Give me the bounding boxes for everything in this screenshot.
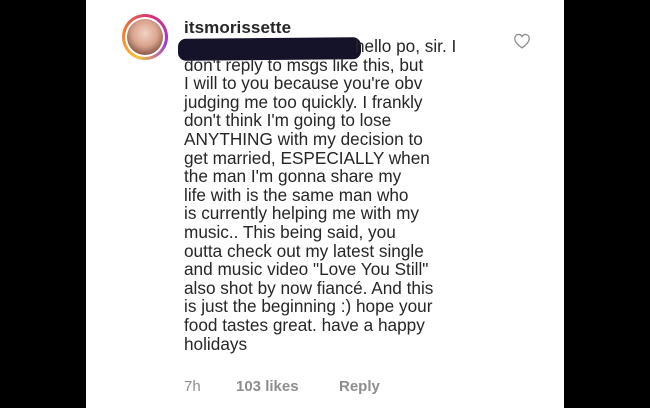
timestamp[interactable]: 7h (184, 378, 201, 395)
comment-line: and music video "Love You Still" (184, 259, 429, 280)
profile-picture (127, 19, 163, 55)
reply-button[interactable]: Reply (339, 378, 380, 395)
comment-card: itsmorissette hello po, sir. I don't rep… (86, 0, 564, 408)
screenshot-frame: itsmorissette hello po, sir. I don't rep… (0, 0, 650, 408)
comment-line: holidays (184, 333, 248, 354)
comment-line: also shot by now fiancé. And this (184, 277, 434, 298)
username[interactable]: itsmorissette (184, 18, 291, 38)
comment-line: life with is the same man who (184, 184, 409, 205)
comment-line: is just the beginning :) hope your (184, 296, 433, 317)
avatar-ring (125, 17, 165, 57)
comment-line: get married, ESPECIALLY when (184, 147, 430, 168)
comment-body: hello po, sir. I don't reply to msgs lik… (184, 37, 524, 353)
comment-line: outta check out my latest single (184, 240, 424, 261)
heart-outline-icon[interactable] (513, 33, 531, 49)
comment-line: ANYTHING with my decision to (184, 128, 423, 149)
comment-line: don't reply to msgs like this, but (184, 54, 424, 75)
comment-line: hello po, sir. I (355, 36, 457, 56)
comment-line: don't think I'm going to lose (184, 110, 392, 131)
comment-line: is currently helping me with my (184, 203, 419, 224)
comment-line: food tastes great. have a happy (184, 314, 425, 335)
likes-count[interactable]: 103 likes (236, 378, 299, 395)
comment-line: the man I'm gonna share my (184, 166, 402, 187)
comment-line: judging me too quickly. I frankly (184, 91, 423, 112)
comment-line: I will to you because you're obv (184, 73, 423, 94)
comment-line: music.. This being said, you (184, 221, 396, 242)
avatar[interactable] (122, 14, 168, 60)
